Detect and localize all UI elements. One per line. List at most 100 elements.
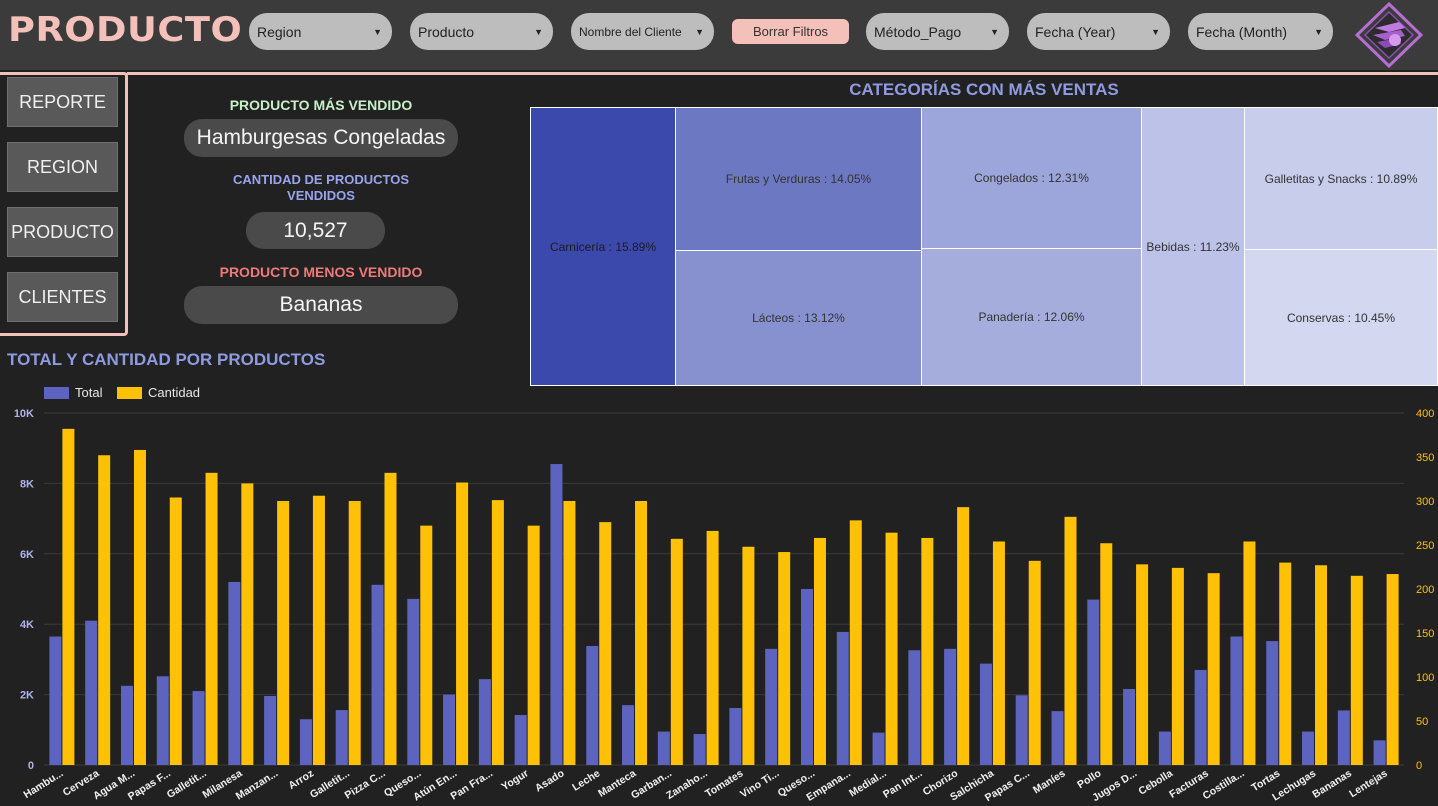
treemap-cell-lacteos[interactable]: Lácteos : 13.12% bbox=[675, 250, 922, 386]
header-bar: PRODUCTO Region ▼ Producto ▼ Nombre del … bbox=[0, 0, 1438, 70]
y-right-tick-label: 0 bbox=[1416, 760, 1422, 772]
bar-cantidad bbox=[169, 497, 182, 765]
x-tick-label: Pan Int... bbox=[881, 767, 925, 800]
bar-cantidad bbox=[1386, 574, 1399, 765]
x-tick-label: Galletit... bbox=[165, 767, 209, 801]
bar-cantidad bbox=[205, 472, 218, 765]
bar-total bbox=[693, 734, 706, 765]
treemap-cell-bebidas[interactable]: Bebidas : 11.23% bbox=[1141, 107, 1245, 386]
bar-cantidad bbox=[133, 449, 146, 765]
month-filter[interactable]: Fecha (Month) ▼ bbox=[1188, 13, 1333, 50]
chevron-down-icon: ▼ bbox=[1151, 26, 1160, 37]
bar-cantidad bbox=[1064, 516, 1077, 765]
year-filter[interactable]: Fecha (Year) ▼ bbox=[1027, 13, 1170, 50]
bar-cantidad bbox=[1279, 562, 1292, 765]
x-tick-label: Maníes bbox=[1031, 767, 1068, 796]
nav-clientes-button[interactable]: CLIENTES bbox=[7, 272, 118, 322]
dashboard: PRODUCTO Region ▼ Producto ▼ Nombre del … bbox=[0, 0, 1438, 806]
bar-total bbox=[120, 685, 133, 765]
metodo-pago-filter[interactable]: Método_Pago ▼ bbox=[866, 13, 1009, 50]
y-left-tick-label: 4K bbox=[20, 619, 34, 631]
y-right-tick-label: 250 bbox=[1416, 540, 1434, 552]
bar-total bbox=[729, 707, 742, 765]
treemap-cell-galletitas[interactable]: Galletitas y Snacks : 10.89% bbox=[1244, 107, 1438, 250]
bar-total bbox=[49, 636, 62, 765]
x-tick-label: Lentejas bbox=[1347, 767, 1390, 800]
bar-total bbox=[407, 598, 420, 765]
treemap-cell-congelados[interactable]: Congelados : 12.31% bbox=[921, 107, 1142, 249]
bar-cantidad bbox=[1171, 567, 1184, 765]
bar-total bbox=[443, 694, 456, 765]
treemap-cell-carniceria[interactable]: Carnicería : 15.89% bbox=[530, 107, 676, 386]
legend-swatch-total bbox=[44, 387, 69, 399]
bar-total bbox=[800, 589, 813, 765]
bar-total bbox=[85, 620, 98, 765]
bar-total bbox=[299, 719, 312, 765]
bar-cantidad bbox=[563, 501, 576, 765]
treemap-cell-frutas[interactable]: Frutas y Verduras : 14.05% bbox=[675, 107, 922, 251]
nav-producto-button[interactable]: PRODUCTO bbox=[7, 207, 118, 257]
bar-total bbox=[586, 646, 599, 765]
bar-total bbox=[1194, 669, 1207, 765]
y-right-tick-label: 100 bbox=[1416, 672, 1434, 684]
x-tick-label: Zanaho... bbox=[664, 767, 710, 802]
bar-total bbox=[264, 696, 277, 765]
y-left-tick-label: 6K bbox=[20, 549, 34, 561]
bar-cantidad bbox=[277, 501, 290, 765]
bar-total bbox=[836, 631, 849, 765]
y-right-tick-label: 300 bbox=[1416, 496, 1434, 508]
bar-total bbox=[944, 648, 957, 765]
year-filter-label: Fecha (Year) bbox=[1035, 23, 1116, 40]
bar-cantidad bbox=[992, 541, 1005, 765]
legend-label-total: Total bbox=[75, 385, 103, 400]
producto-filter[interactable]: Producto ▼ bbox=[410, 13, 553, 50]
nav-reporte-button[interactable]: REPORTE bbox=[7, 77, 118, 127]
bar-cantidad bbox=[348, 501, 361, 765]
bar-total bbox=[979, 663, 992, 765]
x-tick-label: Hambu... bbox=[22, 767, 66, 801]
x-tick-label: Pizza C... bbox=[343, 767, 388, 801]
y-left-tick-label: 2K bbox=[20, 690, 34, 702]
chevron-down-icon: ▼ bbox=[695, 26, 704, 37]
treemap-cell-conservas[interactable]: Conservas : 10.45% bbox=[1244, 249, 1438, 386]
cliente-filter[interactable]: Nombre del Cliente ▼ bbox=[571, 13, 714, 50]
x-tick-label: Vino Ti... bbox=[738, 767, 781, 800]
x-tick-label: Yogur bbox=[499, 767, 530, 793]
y-right-tick-label: 150 bbox=[1416, 628, 1434, 640]
y-right-tick-label: 50 bbox=[1416, 716, 1428, 728]
bar-total bbox=[1373, 740, 1386, 765]
bar-cantidad bbox=[98, 455, 111, 765]
top-product-value: Hamburgesas Congeladas bbox=[184, 119, 458, 157]
bar-total bbox=[908, 650, 921, 765]
bar-total bbox=[550, 464, 563, 765]
bar-cantidad bbox=[635, 501, 648, 765]
bar-cantidad bbox=[62, 428, 75, 765]
y-left-tick-label: 0 bbox=[28, 760, 34, 772]
x-tick-label: Tomates bbox=[703, 767, 745, 800]
low-product-value: Bananas bbox=[184, 286, 458, 324]
bar-cantidad bbox=[312, 495, 325, 765]
category-treemap: Carnicería : 15.89% Frutas y Verduras : … bbox=[530, 107, 1438, 386]
page-title: PRODUCTO bbox=[8, 10, 243, 50]
bar-cantidad bbox=[241, 483, 254, 765]
treemap-title: CATEGORÍAS CON MÁS VENTAS bbox=[849, 80, 1119, 99]
treemap-cell-panaderia[interactable]: Panadería : 12.06% bbox=[921, 248, 1142, 386]
metodo-pago-filter-label: Método_Pago bbox=[874, 23, 962, 40]
bar-total bbox=[622, 705, 635, 765]
bar-cantidad bbox=[885, 532, 898, 765]
chart-title: TOTAL Y CANTIDAD POR PRODUCTOS bbox=[7, 350, 326, 369]
top-product-label: PRODUCTO MÁS VENDIDO bbox=[229, 97, 413, 113]
qty-label-line1: CANTIDAD DE PRODUCTOS bbox=[233, 172, 409, 187]
nav-region-button[interactable]: REGION bbox=[7, 142, 118, 192]
bar-cantidad bbox=[456, 482, 469, 765]
bar-total bbox=[1123, 688, 1136, 765]
region-filter[interactable]: Region ▼ bbox=[249, 13, 392, 50]
legend-label-cantidad: Cantidad bbox=[148, 385, 200, 400]
section-divider bbox=[127, 72, 1438, 75]
bar-total bbox=[156, 676, 169, 765]
legend-swatch-cantidad bbox=[117, 387, 142, 399]
clear-filters-button[interactable]: Borrar Filtros bbox=[732, 19, 849, 44]
qty-label-line2: VENDIDOS bbox=[287, 188, 355, 203]
bar-cantidad bbox=[921, 537, 934, 765]
bar-total bbox=[192, 691, 205, 765]
